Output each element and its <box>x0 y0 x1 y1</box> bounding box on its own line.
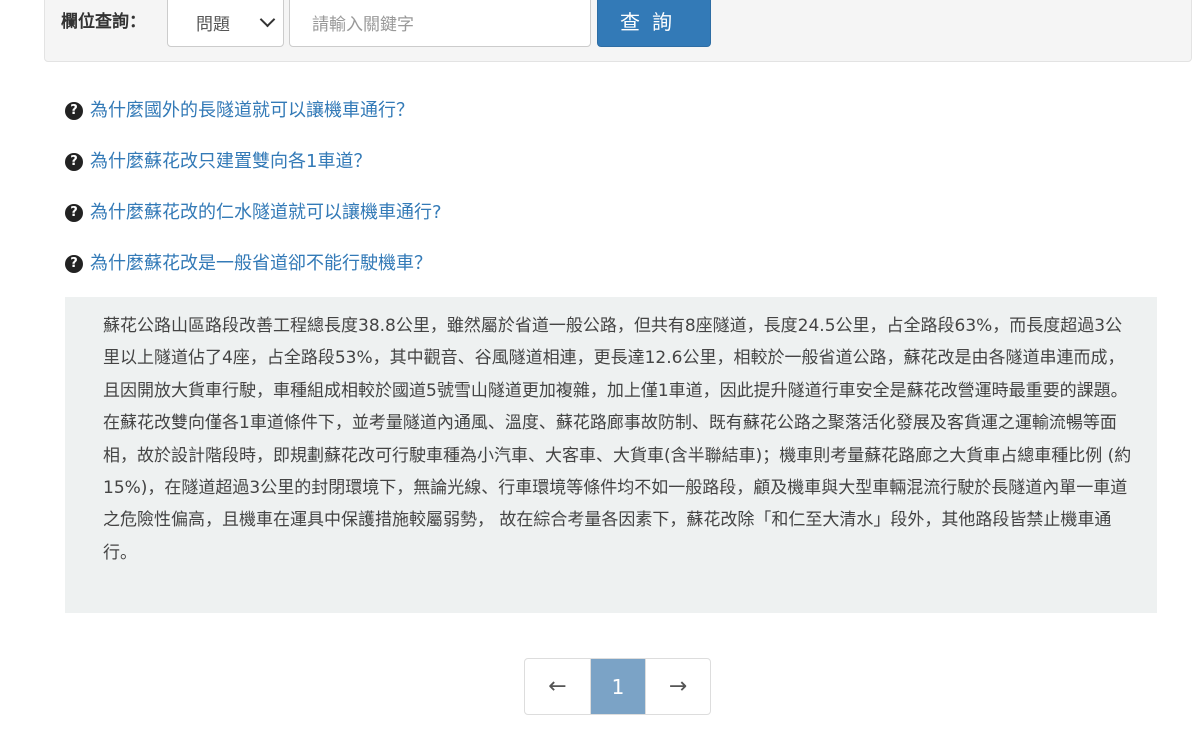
question-circle-icon: ? <box>65 255 83 273</box>
faq-answer-panel: 蘇花公路山區路段改善工程總長度38.8公里，雖然屬於省道一般公路，但共有8座隧道… <box>65 297 1157 613</box>
current-page-button[interactable]: 1 <box>591 659 645 714</box>
question-circle-icon: ? <box>65 102 83 120</box>
answer-paragraph: 蘇花公路山區路段改善工程總長度38.8公里，雖然屬於省道一般公路，但共有8座隧道… <box>103 316 1128 401</box>
faq-list: ? 為什麼國外的長隧道就可以讓機車通行？ ? 為什麼蘇花改只建置雙向各1車道？ … <box>65 98 442 302</box>
search-label: 欄位查詢： <box>61 12 146 32</box>
search-panel: 欄位查詢： 問題 請輸入關鍵字 查詢 <box>44 0 1192 62</box>
faq-question-link[interactable]: 為什麼蘇花改是一般省道卻不能行駛機車？ <box>90 251 432 277</box>
question-circle-icon: ? <box>65 204 83 222</box>
keyword-placeholder: 請輸入關鍵字 <box>312 15 414 35</box>
faq-item: ? 為什麼蘇花改的仁水隧道就可以讓機車通行? <box>65 200 442 251</box>
search-button[interactable]: 查詢 <box>597 0 711 47</box>
faq-question-link[interactable]: 為什麼蘇花改只建置雙向各1車道？ <box>90 149 371 175</box>
chevron-down-icon <box>259 11 276 28</box>
field-select-value: 問題 <box>196 15 230 35</box>
faq-item: ? 為什麼國外的長隧道就可以讓機車通行？ <box>65 98 442 149</box>
field-select[interactable]: 問題 <box>167 0 284 47</box>
prev-page-button[interactable]: ← <box>525 659 591 714</box>
keyword-input[interactable]: 請輸入關鍵字 <box>289 0 591 47</box>
answer-paragraph: 在蘇花改雙向僅各1車道條件下，並考量隧道內通風、溫度、蘇花路廊事故防制、既有蘇花… <box>103 413 1132 563</box>
pagination: ← 1 → <box>524 658 711 715</box>
faq-question-link[interactable]: 為什麼國外的長隧道就可以讓機車通行？ <box>90 98 414 124</box>
faq-item: ? 為什麼蘇花改只建置雙向各1車道？ <box>65 149 442 200</box>
next-page-button[interactable]: → <box>645 659 710 714</box>
faq-question-link[interactable]: 為什麼蘇花改的仁水隧道就可以讓機車通行? <box>90 200 442 226</box>
question-circle-icon: ? <box>65 153 83 171</box>
faq-item: ? 為什麼蘇花改是一般省道卻不能行駛機車？ <box>65 251 442 302</box>
